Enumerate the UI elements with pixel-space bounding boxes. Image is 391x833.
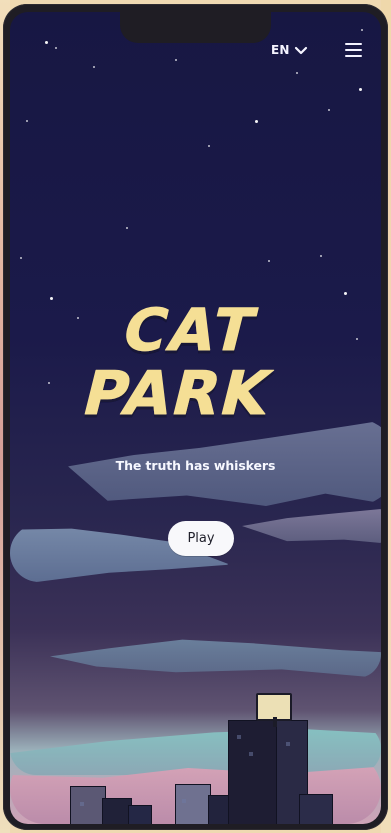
tagline: The truth has whiskers [115, 458, 276, 473]
language-label: EN [271, 43, 290, 57]
menu-line-icon [345, 43, 362, 45]
window-icon [80, 802, 84, 806]
building-shape [128, 805, 152, 824]
star-icon [45, 41, 48, 44]
star-icon [77, 317, 79, 319]
building-shape [228, 720, 280, 824]
game-logo: CAT PARK [75, 292, 308, 429]
logo-line-cat: CAT [116, 296, 264, 364]
star-icon [255, 120, 258, 123]
star-icon [356, 338, 358, 340]
page: EN CAT PARK The truth has whiskers Play [0, 0, 391, 833]
phone-notch [120, 12, 271, 43]
building-shape [70, 786, 106, 824]
star-icon [328, 109, 330, 111]
menu-line-icon [345, 49, 362, 51]
star-icon [320, 255, 322, 257]
game-screen: EN CAT PARK The truth has whiskers Play [10, 12, 381, 824]
window-icon [249, 752, 253, 756]
play-button[interactable]: Play [168, 521, 234, 556]
star-icon [344, 292, 347, 295]
window-icon [237, 735, 241, 739]
billboard-pole [273, 717, 277, 727]
star-icon [296, 72, 298, 74]
star-icon [361, 29, 363, 31]
star-icon [268, 260, 270, 262]
window-icon [182, 799, 186, 803]
star-icon [55, 47, 57, 49]
star-icon [359, 88, 362, 91]
star-icon [26, 120, 28, 122]
star-icon [20, 257, 22, 259]
logo-line-park: PARK [76, 359, 280, 429]
star-icon [208, 145, 210, 147]
star-icon [50, 297, 53, 300]
language-selector[interactable]: EN [271, 43, 308, 57]
building-shape [299, 794, 333, 824]
chevron-down-icon [294, 45, 308, 55]
window-icon [286, 742, 290, 746]
star-icon [93, 66, 95, 68]
star-icon [126, 227, 128, 229]
hamburger-menu-icon[interactable] [345, 43, 362, 57]
logo-art: CAT PARK [75, 295, 280, 429]
building-shape [175, 784, 211, 824]
star-icon [175, 59, 177, 61]
phone-frame: EN CAT PARK The truth has whiskers Play [3, 4, 388, 830]
menu-line-icon [345, 55, 362, 57]
star-icon [48, 382, 50, 384]
